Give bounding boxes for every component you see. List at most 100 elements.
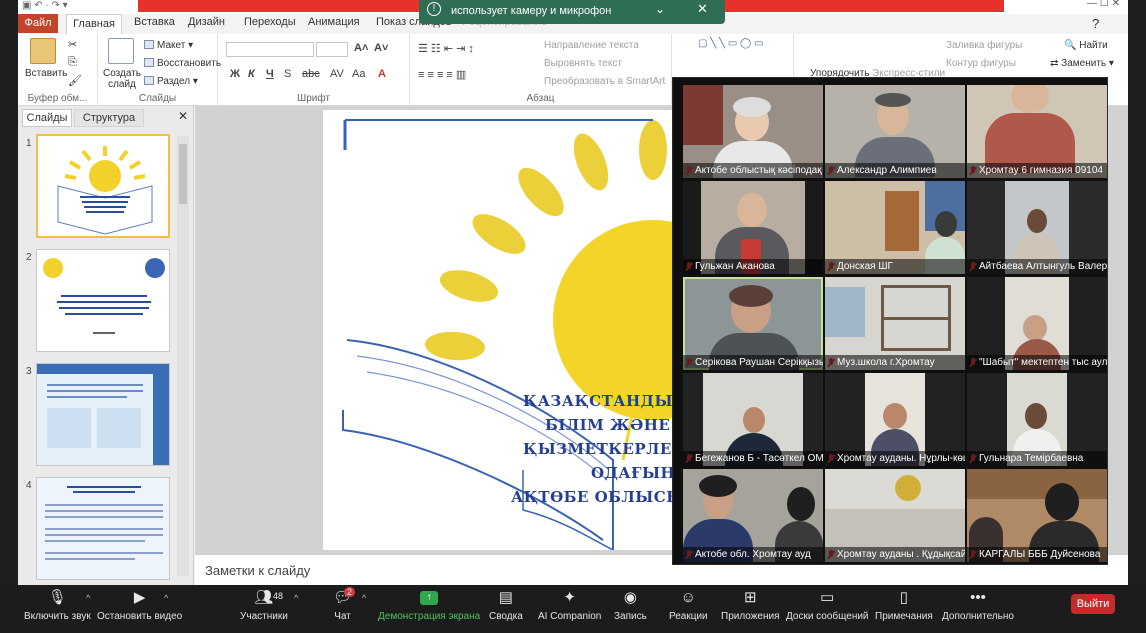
smartart-button[interactable]: Преобразовать в SmartArt <box>544 76 665 87</box>
participant-name: "Шабыт" мектептен тыс аул <box>967 355 1107 370</box>
tab-animation[interactable]: Анимация <box>308 16 360 28</box>
notes-label: Примечания <box>875 611 933 622</box>
chat-options-caret[interactable]: ^ <box>362 593 366 603</box>
chat-label: Чат <box>334 611 351 622</box>
shapes-gallery[interactable]: ▢ ╲ ╲ ▭ ◯ ▭ <box>698 38 763 49</box>
participant-tile[interactable]: "Шабыт" мектептен тыс аул <box>967 277 1107 370</box>
grow-font-icon[interactable]: A˄ <box>354 42 368 54</box>
participant-tile[interactable]: Муз.школа г.Хромтау <box>825 277 965 370</box>
reset-button[interactable]: Восстановить <box>144 58 221 69</box>
bullets-icon[interactable]: ☰ ☷ ⇤ ⇥ ↕ <box>418 42 474 55</box>
share-screen-label: Демонстрация экрана <box>378 611 481 622</box>
notes-button[interactable]: ▯ Примечания <box>875 589 933 622</box>
quick-access-toolbar[interactable]: ▣ ↶ · ↷ ▾ <box>22 0 68 11</box>
pane-scrollbar[interactable] <box>177 136 189 576</box>
italic-button[interactable]: К <box>248 68 255 80</box>
close-icon[interactable]: ✕ <box>697 1 708 17</box>
window-controls[interactable]: — ☐ ✕ <box>1087 0 1120 9</box>
unmute-button[interactable]: 🎙︎ Включить звук <box>24 589 91 622</box>
tab-outline[interactable]: Структура <box>74 109 144 127</box>
pane-scroll-thumb[interactable] <box>179 144 187 204</box>
participant-tile[interactable]: КАРГАЛЫ БББ Дуйсенова <box>967 469 1107 562</box>
shape-outline-button[interactable]: Контур фигуры <box>946 58 1016 69</box>
slide-number: 1 <box>26 138 32 149</box>
leave-button[interactable]: Выйти <box>1071 594 1115 614</box>
paragraph-label: Абзац <box>526 93 555 104</box>
font-family-select[interactable] <box>226 42 314 57</box>
cut-icon[interactable]: ✂ <box>68 38 77 51</box>
participant-tile-active-speaker[interactable]: Серікова Раушан Серікқызы <box>683 277 823 370</box>
shape-fill-button[interactable]: Заливка фигуры <box>946 40 1022 51</box>
video-options-caret[interactable]: ^ <box>164 593 168 603</box>
ai-companion-label: AI Companion <box>538 611 602 622</box>
record-button[interactable]: ◉ Запись <box>614 589 647 622</box>
more-icon: ••• <box>970 589 986 606</box>
apps-button[interactable]: ⊞ Приложения <box>721 589 780 622</box>
participant-tile[interactable]: Айтбаева Алтынгуль Валер <box>967 181 1107 274</box>
strike-button[interactable]: abc <box>302 68 320 80</box>
participant-tile[interactable]: Актобе обл. Хромтау ауд <box>683 469 823 562</box>
layout-button[interactable]: Макет ▾ <box>144 40 193 51</box>
paste-button[interactable]: Вставить <box>25 68 67 79</box>
group-slides: Создать слайд Макет ▾ Восстановить Разде… <box>98 34 221 106</box>
audio-options-caret[interactable]: ^ <box>86 593 90 603</box>
participants-options-caret[interactable]: ^ <box>294 593 298 603</box>
unmute-label: Включить звук <box>24 611 91 622</box>
align-icons[interactable]: ≡ ≡ ≡ ≡ ▥ <box>418 68 466 81</box>
font-color-button[interactable]: A <box>378 68 386 80</box>
tab-transitions[interactable]: Переходы <box>244 16 296 28</box>
bold-button[interactable]: Ж <box>230 68 240 80</box>
share-screen-button[interactable]: ↑ Демонстрация экрана <box>378 589 480 622</box>
whiteboards-button[interactable]: ▭ Доски сообщений <box>786 589 869 622</box>
participant-name: Актобе обл. Хромтау ауд <box>683 547 823 562</box>
spacing-button[interactable]: AV <box>330 68 344 80</box>
new-slide-icon <box>108 38 134 64</box>
stop-video-label: Остановить видео <box>97 611 183 622</box>
slide-thumbnail-1[interactable] <box>36 134 170 238</box>
align-text-button[interactable]: Выровнять текст <box>544 58 622 69</box>
new-slide-button[interactable]: Создать слайд <box>102 68 142 90</box>
case-button[interactable]: Aa <box>352 68 365 80</box>
participant-name: Гульжан Аканова <box>683 259 823 274</box>
text-direction-button[interactable]: Направление текста <box>544 40 639 51</box>
layout-icon <box>144 40 154 49</box>
participant-tile[interactable]: Гульжан Аканова <box>683 181 823 274</box>
participant-tile[interactable]: Гульнара Темірбаевна <box>967 373 1107 466</box>
slide-thumbnail-2[interactable] <box>36 249 170 352</box>
format-painter-icon[interactable]: 🖌 <box>68 74 82 87</box>
close-icon[interactable]: ✕ <box>178 109 188 123</box>
screen: ▣ ↶ · ↷ ▾ — ☐ ✕ Файл Главная Вставка Диз… <box>0 0 1146 633</box>
participant-name: Серікова Раушан Серікқызы <box>683 355 823 370</box>
participant-tile[interactable]: Хромтау ауданы. Нұрлы-көш <box>825 373 965 466</box>
shadow-button[interactable]: S <box>284 68 291 80</box>
tab-insert[interactable]: Вставка <box>134 16 175 28</box>
ai-companion-button[interactable]: ✦ AI Companion <box>538 589 601 622</box>
participant-tile[interactable]: Хромтау ауданы . Құдықсай <box>825 469 965 562</box>
section-button[interactable]: Раздел ▾ <box>144 76 198 87</box>
slide-thumbnail-4[interactable] <box>36 477 170 580</box>
copy-icon[interactable]: ⎘ <box>68 56 77 69</box>
tab-slides[interactable]: Слайды <box>22 109 72 127</box>
tab-home[interactable]: Главная <box>66 14 122 34</box>
reset-label: Восстановить <box>157 58 222 69</box>
stop-video-button[interactable]: ▶︎ Остановить видео <box>97 589 182 622</box>
underline-button[interactable]: Ч <box>266 68 274 80</box>
participant-tile[interactable]: Донская ШГ <box>825 181 965 274</box>
tab-file[interactable]: Файл <box>18 14 58 33</box>
more-button[interactable]: ••• Дополнительно <box>942 589 1014 622</box>
participant-tile[interactable]: Актобе облыстық кәсіподақ <box>683 85 823 178</box>
slide-thumbnail-3[interactable] <box>36 363 170 466</box>
font-size-select[interactable] <box>316 42 348 57</box>
participant-tile[interactable]: Хромтау 6 гимназия 09104 <box>967 85 1107 178</box>
shrink-font-icon[interactable]: A˅ <box>374 42 388 54</box>
slide-number: 2 <box>26 252 32 263</box>
reactions-button[interactable]: ☺ Реакции <box>669 589 708 622</box>
help-icon[interactable]: ? <box>1092 16 1099 31</box>
participant-tile[interactable]: Бегежанов Б - Тасөткел ОМ <box>683 373 823 466</box>
replace-button[interactable]: ⇄ Заменить ▾ <box>1050 58 1114 69</box>
chevron-down-icon[interactable]: ⌄ <box>655 2 665 16</box>
participant-tile[interactable]: Александр Алимпиев <box>825 85 965 178</box>
tab-design[interactable]: Дизайн <box>188 16 225 28</box>
find-button[interactable]: 🔍 Найти <box>1064 40 1108 51</box>
summary-button[interactable]: ▤ Сводка <box>489 589 523 622</box>
